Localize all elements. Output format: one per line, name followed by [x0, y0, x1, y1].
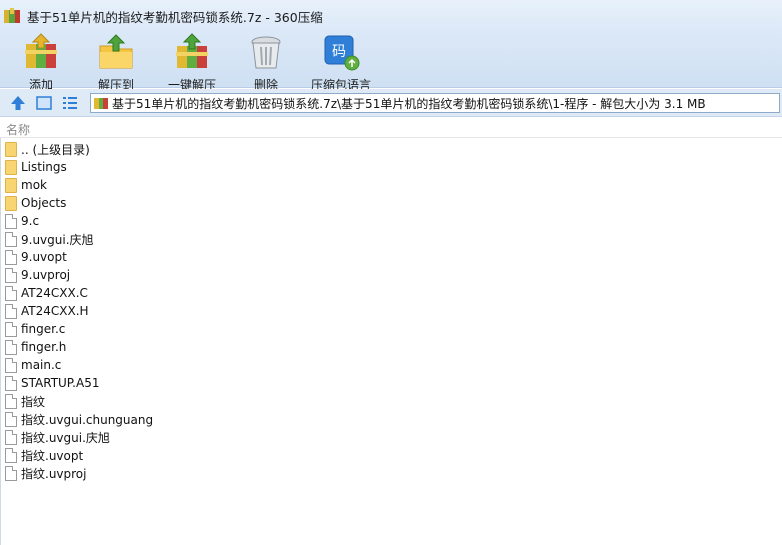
file-list: .. (上级目录) Listings mok Objects 9.c 9.uvgui.庆旭… [0, 140, 782, 482]
file-name: 9.uvgui.庆旭 [21, 232, 94, 247]
file-icon [5, 411, 17, 427]
archive-app-icon [3, 8, 21, 24]
one-click-extract-icon [172, 32, 212, 72]
file-icon [5, 357, 17, 373]
file-icon [5, 429, 17, 445]
file-row[interactable]: AT24CXX.H [0, 302, 782, 320]
file-name: AT24CXX.C [21, 286, 88, 300]
file-row[interactable]: 指纹.uvopt [0, 446, 782, 464]
file-icon [5, 393, 17, 409]
folder-row[interactable]: Objects [0, 194, 782, 212]
folder-icon [5, 177, 17, 193]
file-name: STARTUP.A51 [21, 376, 100, 390]
file-name: main.c [21, 358, 62, 372]
file-row[interactable]: 9.c [0, 212, 782, 230]
svg-text:码: 码 [332, 44, 346, 60]
file-row[interactable]: AT24CXX.C [0, 284, 782, 302]
extract-folder-icon [96, 32, 136, 72]
file-icon [5, 267, 17, 283]
file-name: 指纹.uvgui.chunguang [21, 412, 154, 427]
file-row[interactable]: STARTUP.A51 [0, 374, 782, 392]
file-name: Listings [21, 160, 67, 174]
delete-button[interactable]: 删除 [246, 32, 286, 92]
file-name: 指纹.uvproj [21, 466, 87, 481]
file-row[interactable]: 9.uvproj [0, 266, 782, 284]
file-name: 9.uvproj [21, 268, 71, 282]
folder-row[interactable]: .. (上级目录) [0, 140, 782, 158]
file-row[interactable]: 指纹.uvgui.chunguang [0, 410, 782, 428]
file-row[interactable]: main.c [0, 356, 782, 374]
file-name: mok [21, 178, 47, 192]
file-icon [5, 339, 17, 355]
file-row[interactable]: finger.h [0, 338, 782, 356]
file-name: 指纹 [21, 394, 46, 409]
file-icon [5, 249, 17, 265]
file-name: finger.h [21, 340, 67, 354]
list-view-icon[interactable] [61, 94, 79, 112]
archive-path-icon [94, 97, 108, 109]
file-name: 指纹.uvgui.庆旭 [21, 430, 110, 445]
folder-icon [5, 159, 17, 175]
file-row[interactable]: finger.c [0, 320, 782, 338]
trash-icon [246, 32, 286, 72]
file-icon [5, 321, 17, 337]
toolbar: 添加 解压到 一键解压 删除 码 压缩包语言 [0, 32, 782, 92]
file-row[interactable]: 指纹.uvgui.庆旭 [0, 428, 782, 446]
address-bar[interactable]: 基于51单片机的指纹考勤机密码锁系统.7z\基于51单片机的指纹考勤机密码锁系统… [90, 93, 780, 113]
up-level-icon[interactable] [9, 94, 27, 112]
file-name: 指纹.uvopt [21, 448, 84, 463]
file-name: .. (上级目录) [21, 142, 90, 157]
file-icon [5, 447, 17, 463]
address-path: 基于51单片机的指纹考勤机密码锁系统.7z\基于51单片机的指纹考勤机密码锁系统… [112, 96, 706, 111]
folder-icon [5, 141, 17, 157]
file-icon [5, 285, 17, 301]
folder-icon [5, 195, 17, 211]
file-name: finger.c [21, 322, 66, 336]
folder-row[interactable]: mok [0, 176, 782, 194]
folder-row[interactable]: Listings [0, 158, 782, 176]
file-icon [5, 231, 17, 247]
archive-language-button[interactable]: 码 压缩包语言 [310, 32, 372, 92]
large-icon-view-icon[interactable] [35, 94, 53, 112]
column-header[interactable]: 名称 [0, 118, 782, 138]
name-column-label[interactable]: 名称 [6, 121, 30, 138]
file-row[interactable]: 指纹.uvproj [0, 464, 782, 482]
file-name: AT24CXX.H [21, 304, 89, 318]
title-bar: 基于51单片机的指纹考勤机密码锁系统.7z - 360压缩 [0, 0, 782, 32]
file-icon [5, 303, 17, 319]
file-icon [5, 213, 17, 229]
file-name: 9.c [21, 214, 40, 228]
file-name: Objects [21, 196, 67, 210]
file-icon [5, 465, 17, 481]
one-click-extract-button[interactable]: 一键解压 [166, 32, 218, 92]
file-row[interactable]: 9.uvopt [0, 248, 782, 266]
file-row[interactable]: 指纹 [0, 392, 782, 410]
add-archive-icon [21, 32, 61, 72]
file-row[interactable]: 9.uvgui.庆旭 [0, 230, 782, 248]
extract-to-button[interactable]: 解压到 [96, 32, 136, 92]
add-button[interactable]: 添加 [20, 32, 62, 92]
file-icon [5, 375, 17, 391]
file-name: 9.uvopt [21, 250, 67, 264]
encoding-icon: 码 [321, 32, 361, 72]
window-title: 基于51单片机的指纹考勤机密码锁系统.7z - 360压缩 [27, 9, 323, 25]
address-row: 基于51单片机的指纹考勤机密码锁系统.7z\基于51单片机的指纹考勤机密码锁系统… [0, 89, 782, 117]
